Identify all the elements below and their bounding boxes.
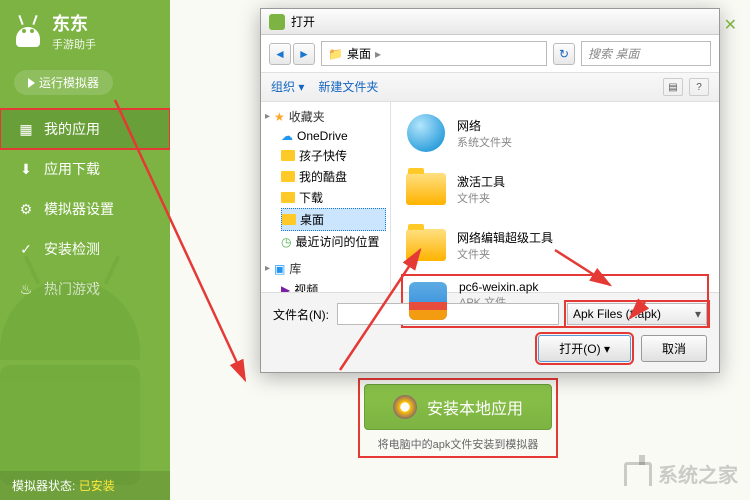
folder-icon xyxy=(281,171,295,182)
address-bar: ◄ ► 📁 桌面 ▸ ↻ 搜索 桌面 xyxy=(261,35,719,73)
cloud-icon: ☁ xyxy=(281,129,293,143)
open-button[interactable]: 打开(O) ▾ xyxy=(538,335,631,362)
tree-onedrive[interactable]: ☁OneDrive xyxy=(281,127,386,145)
new-folder-button[interactable]: 新建文件夹 xyxy=(318,78,378,96)
close-icon[interactable]: ✕ xyxy=(724,15,737,35)
recent-icon: ◷ xyxy=(281,235,291,249)
file-folder[interactable]: 网络编辑超级工具文件夹 xyxy=(401,220,709,270)
nav-app-download[interactable]: ⬇ 应用下载 xyxy=(0,149,170,189)
tree-desktop[interactable]: 桌面 xyxy=(281,208,386,231)
tree-downloads[interactable]: 下载 xyxy=(281,187,386,208)
emulator-status: 模拟器状态: 已安装 xyxy=(0,471,170,500)
download-icon: ⬇ xyxy=(18,161,34,177)
refresh-button[interactable]: ↻ xyxy=(553,43,575,65)
file-folder[interactable]: 激活工具文件夹 xyxy=(401,164,709,214)
watermark-icon xyxy=(624,462,652,486)
back-button[interactable]: ◄ xyxy=(269,43,291,65)
video-icon: ▶ xyxy=(281,283,290,293)
cancel-button[interactable]: 取消 xyxy=(641,335,707,362)
app-subtitle: 手游助手 xyxy=(52,36,96,52)
network-icon xyxy=(407,114,445,152)
organize-menu[interactable]: 组织 ▾ xyxy=(271,78,304,96)
view-mode-button[interactable]: ▤ xyxy=(663,78,683,96)
apk-icon xyxy=(409,282,447,320)
folder-tree: ▸★ 收藏夹 ☁OneDrive 孩子快传 我的酷盘 下载 桌面 ◷最近访问的位… xyxy=(261,102,391,292)
gear-icon: ⚙ xyxy=(18,201,34,217)
folder-icon xyxy=(282,214,296,225)
folder-icon xyxy=(406,229,446,261)
app-name: 东东 xyxy=(52,10,96,36)
install-local-button[interactable]: 安装本地应用 xyxy=(364,384,552,430)
nav-emulator-settings[interactable]: ⚙ 模拟器设置 xyxy=(0,189,170,229)
folder-icon xyxy=(281,150,295,161)
filename-label: 文件名(N): xyxy=(273,306,329,323)
sidebar: 东东 手游助手 运行模拟器 ▦ 我的应用 ⬇ 应用下载 ⚙ 模拟器设置 ✓ 安装… xyxy=(0,0,170,500)
libraries-header[interactable]: ▸▣ 库 xyxy=(265,260,386,277)
star-icon: ★ xyxy=(274,110,285,124)
tree-videos[interactable]: ▶视频 xyxy=(281,279,386,292)
favorites-header[interactable]: ▸★ 收藏夹 xyxy=(265,108,386,125)
help-button[interactable]: ? xyxy=(689,78,709,96)
folder-icon xyxy=(406,173,446,205)
tree-recent[interactable]: ◷最近访问的位置 xyxy=(281,231,386,252)
grid-icon: ▦ xyxy=(18,121,34,137)
install-hint: 将电脑中的apk文件安装到模拟器 xyxy=(364,436,552,452)
search-input[interactable]: 搜索 桌面 xyxy=(581,41,711,66)
dialog-title: 打开 xyxy=(291,13,315,30)
folder-icon xyxy=(281,192,295,203)
dialog-footer: 文件名(N): Apk Files (*.apk) ▾ 打开(O) ▾ 取消 xyxy=(261,292,719,372)
android-robot-bg xyxy=(0,250,170,470)
file-network[interactable]: 网络系统文件夹 xyxy=(401,108,709,158)
dialog-app-icon xyxy=(269,14,285,30)
forward-button[interactable]: ► xyxy=(293,43,315,65)
nav-my-apps[interactable]: ▦ 我的应用 xyxy=(0,109,170,149)
play-icon xyxy=(28,78,35,88)
filename-input[interactable] xyxy=(337,303,559,325)
android-logo-icon xyxy=(12,15,44,47)
disc-icon xyxy=(393,395,417,419)
path-field[interactable]: 📁 桌面 ▸ xyxy=(321,41,547,66)
watermark: 系统之家 xyxy=(624,459,738,488)
file-list: 网络系统文件夹 激活工具文件夹 网络编辑超级工具文件夹 pc6-weixin.a… xyxy=(391,102,719,292)
folder-icon: 📁 xyxy=(328,47,343,61)
dialog-titlebar[interactable]: 打开 xyxy=(261,9,719,35)
app-logo: 东东 手游助手 xyxy=(0,0,170,62)
filetype-filter[interactable]: Apk Files (*.apk) ▾ xyxy=(567,303,707,325)
file-open-dialog: 打开 ✕ ◄ ► 📁 桌面 ▸ ↻ 搜索 桌面 组织 ▾ 新建文件夹 ▤ ? ▸… xyxy=(260,8,720,373)
tree-item[interactable]: 孩子快传 xyxy=(281,145,386,166)
library-icon: ▣ xyxy=(274,262,285,276)
dialog-toolbar: 组织 ▾ 新建文件夹 ▤ ? xyxy=(261,73,719,102)
run-emulator-button[interactable]: 运行模拟器 xyxy=(14,70,113,95)
tree-item[interactable]: 我的酷盘 xyxy=(281,166,386,187)
install-local-area: 安装本地应用 将电脑中的apk文件安装到模拟器 xyxy=(360,380,556,456)
